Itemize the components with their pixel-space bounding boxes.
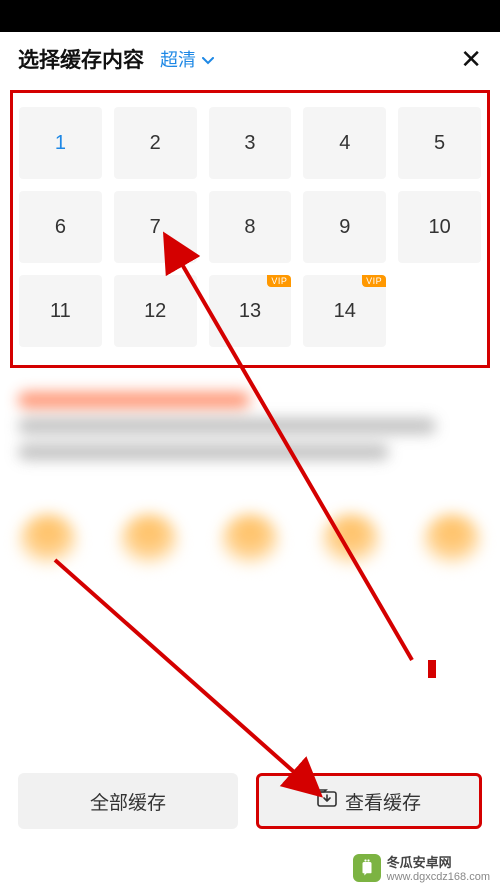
episode-5[interactable]: 5: [398, 107, 481, 179]
episode-grid-annotation-box: 12345678910111213VIP14VIP: [10, 90, 490, 368]
episode-number: 3: [244, 132, 255, 155]
episode-6[interactable]: 6: [19, 191, 102, 263]
episode-number: 6: [55, 216, 66, 239]
sheet-header: 选择缓存内容 超清 ✕: [0, 32, 500, 84]
chevron-down-icon: [202, 49, 214, 70]
episode-grid: 12345678910111213VIP14VIP: [19, 107, 481, 347]
cache-all-button[interactable]: 全部缓存: [18, 773, 238, 829]
episode-4[interactable]: 4: [303, 107, 386, 179]
episode-number: 13: [239, 300, 261, 323]
episode-11[interactable]: 11: [19, 275, 102, 347]
episode-number: 8: [244, 216, 255, 239]
view-cache-label: 查看缓存: [345, 788, 421, 815]
quality-selector[interactable]: 超清: [160, 46, 214, 72]
download-folder-icon: [317, 789, 337, 813]
episode-3[interactable]: 3: [209, 107, 292, 179]
episode-number: 10: [428, 216, 450, 239]
episode-number: 12: [144, 300, 166, 323]
episode-number: 9: [339, 216, 350, 239]
episode-number: 4: [339, 132, 350, 155]
episode-7[interactable]: 7: [114, 191, 197, 263]
sheet-title: 选择缓存内容: [18, 44, 144, 74]
blurred-content: [0, 368, 500, 574]
quality-label: 超清: [160, 46, 196, 72]
status-bar-dark: [0, 0, 500, 32]
episode-1[interactable]: 1: [19, 107, 102, 179]
watermark-logo-icon: [353, 854, 381, 882]
episode-number: 2: [150, 132, 161, 155]
episode-number: 1: [55, 132, 66, 155]
view-cache-button[interactable]: 查看缓存: [256, 773, 482, 829]
episode-13[interactable]: 13 VIP: [209, 275, 292, 347]
episode-number: 7: [150, 216, 161, 239]
episode-14[interactable]: 14 VIP: [303, 275, 386, 347]
episode-10[interactable]: 10: [398, 191, 481, 263]
episode-number: 5: [434, 132, 445, 155]
episode-12[interactable]: 12: [114, 275, 197, 347]
bottom-action-bar: 全部缓存 查看缓存: [0, 773, 500, 829]
episode-number: 14: [334, 300, 356, 323]
annotation-mark: [428, 660, 436, 678]
watermark-url: www.dgxcdz168.com: [387, 871, 490, 883]
episode-number: 11: [50, 300, 71, 323]
episode-8[interactable]: 8: [209, 191, 292, 263]
vip-badge: VIP: [362, 275, 386, 287]
watermark-name: 冬瓜安卓网: [387, 852, 490, 871]
vip-badge: VIP: [267, 275, 291, 287]
episode-2[interactable]: 2: [114, 107, 197, 179]
cache-all-label: 全部缓存: [90, 788, 166, 815]
close-button[interactable]: ✕: [460, 46, 482, 72]
watermark: 冬瓜安卓网 www.dgxcdz168.com: [353, 852, 490, 883]
episode-9[interactable]: 9: [303, 191, 386, 263]
